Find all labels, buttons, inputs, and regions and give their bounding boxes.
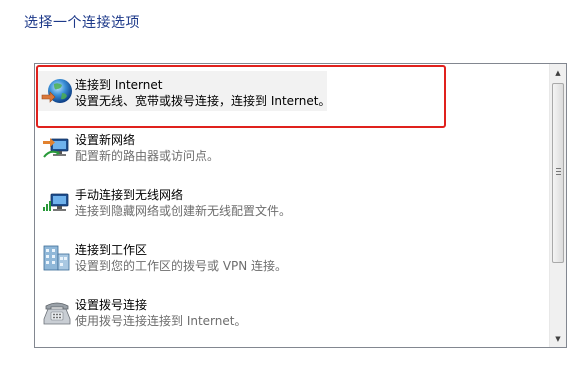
connection-options-list[interactable]: 连接到 Internet 设置无线、宽带或拨号连接，连接到 Internet。 … <box>34 63 567 348</box>
option-connect-internet[interactable]: 连接到 Internet 设置无线、宽带或拨号连接，连接到 Internet。 <box>38 67 545 117</box>
option-description: 设置无线、宽带或拨号连接，连接到 Internet。 <box>75 94 331 108</box>
option-title: 手动连接到无线网络 <box>75 188 184 202</box>
scroll-up-arrow-icon[interactable]: ▲ <box>550 64 566 81</box>
option-description: 配置新的路由器或访问点。 <box>75 149 220 163</box>
workplace-icon <box>40 240 74 274</box>
option-dialup[interactable]: 设置拨号连接 使用拨号连接连接到 Internet。 <box>38 287 545 337</box>
option-workplace[interactable]: 连接到工作区 设置到您的工作区的拨号或 VPN 连接。 <box>38 232 545 282</box>
option-manual-wireless[interactable]: 手动连接到无线网络 连接到隐藏网络或创建新无线配置文件。 <box>38 177 545 227</box>
option-description: 使用拨号连接连接到 Internet。 <box>75 314 247 328</box>
option-description: 连接到隐藏网络或创建新无线配置文件。 <box>75 204 292 218</box>
vertical-scrollbar[interactable]: ▲ ▼ <box>549 64 566 347</box>
list-area: 连接到 Internet 设置无线、宽带或拨号连接，连接到 Internet。 … <box>35 64 549 347</box>
option-title: 设置拨号连接 <box>75 298 148 312</box>
option-title: 设置新网络 <box>75 133 136 147</box>
page-title: 选择一个连接选项 <box>24 15 140 31</box>
scroll-down-arrow-icon[interactable]: ▼ <box>550 330 566 347</box>
scrollbar-thumb[interactable] <box>552 83 564 263</box>
thumb-grip-icon <box>556 168 561 175</box>
option-setup-network[interactable]: 设置新网络 配置新的路由器或访问点。 <box>38 122 545 172</box>
option-title: 连接到 Internet <box>75 78 163 92</box>
wireless-network-icon <box>40 185 74 219</box>
option-description: 设置到您的工作区的拨号或 VPN 连接。 <box>75 259 288 273</box>
telephone-icon <box>40 295 74 329</box>
globe-icon <box>40 75 74 109</box>
network-setup-icon <box>40 130 74 164</box>
option-title: 连接到工作区 <box>75 243 148 257</box>
